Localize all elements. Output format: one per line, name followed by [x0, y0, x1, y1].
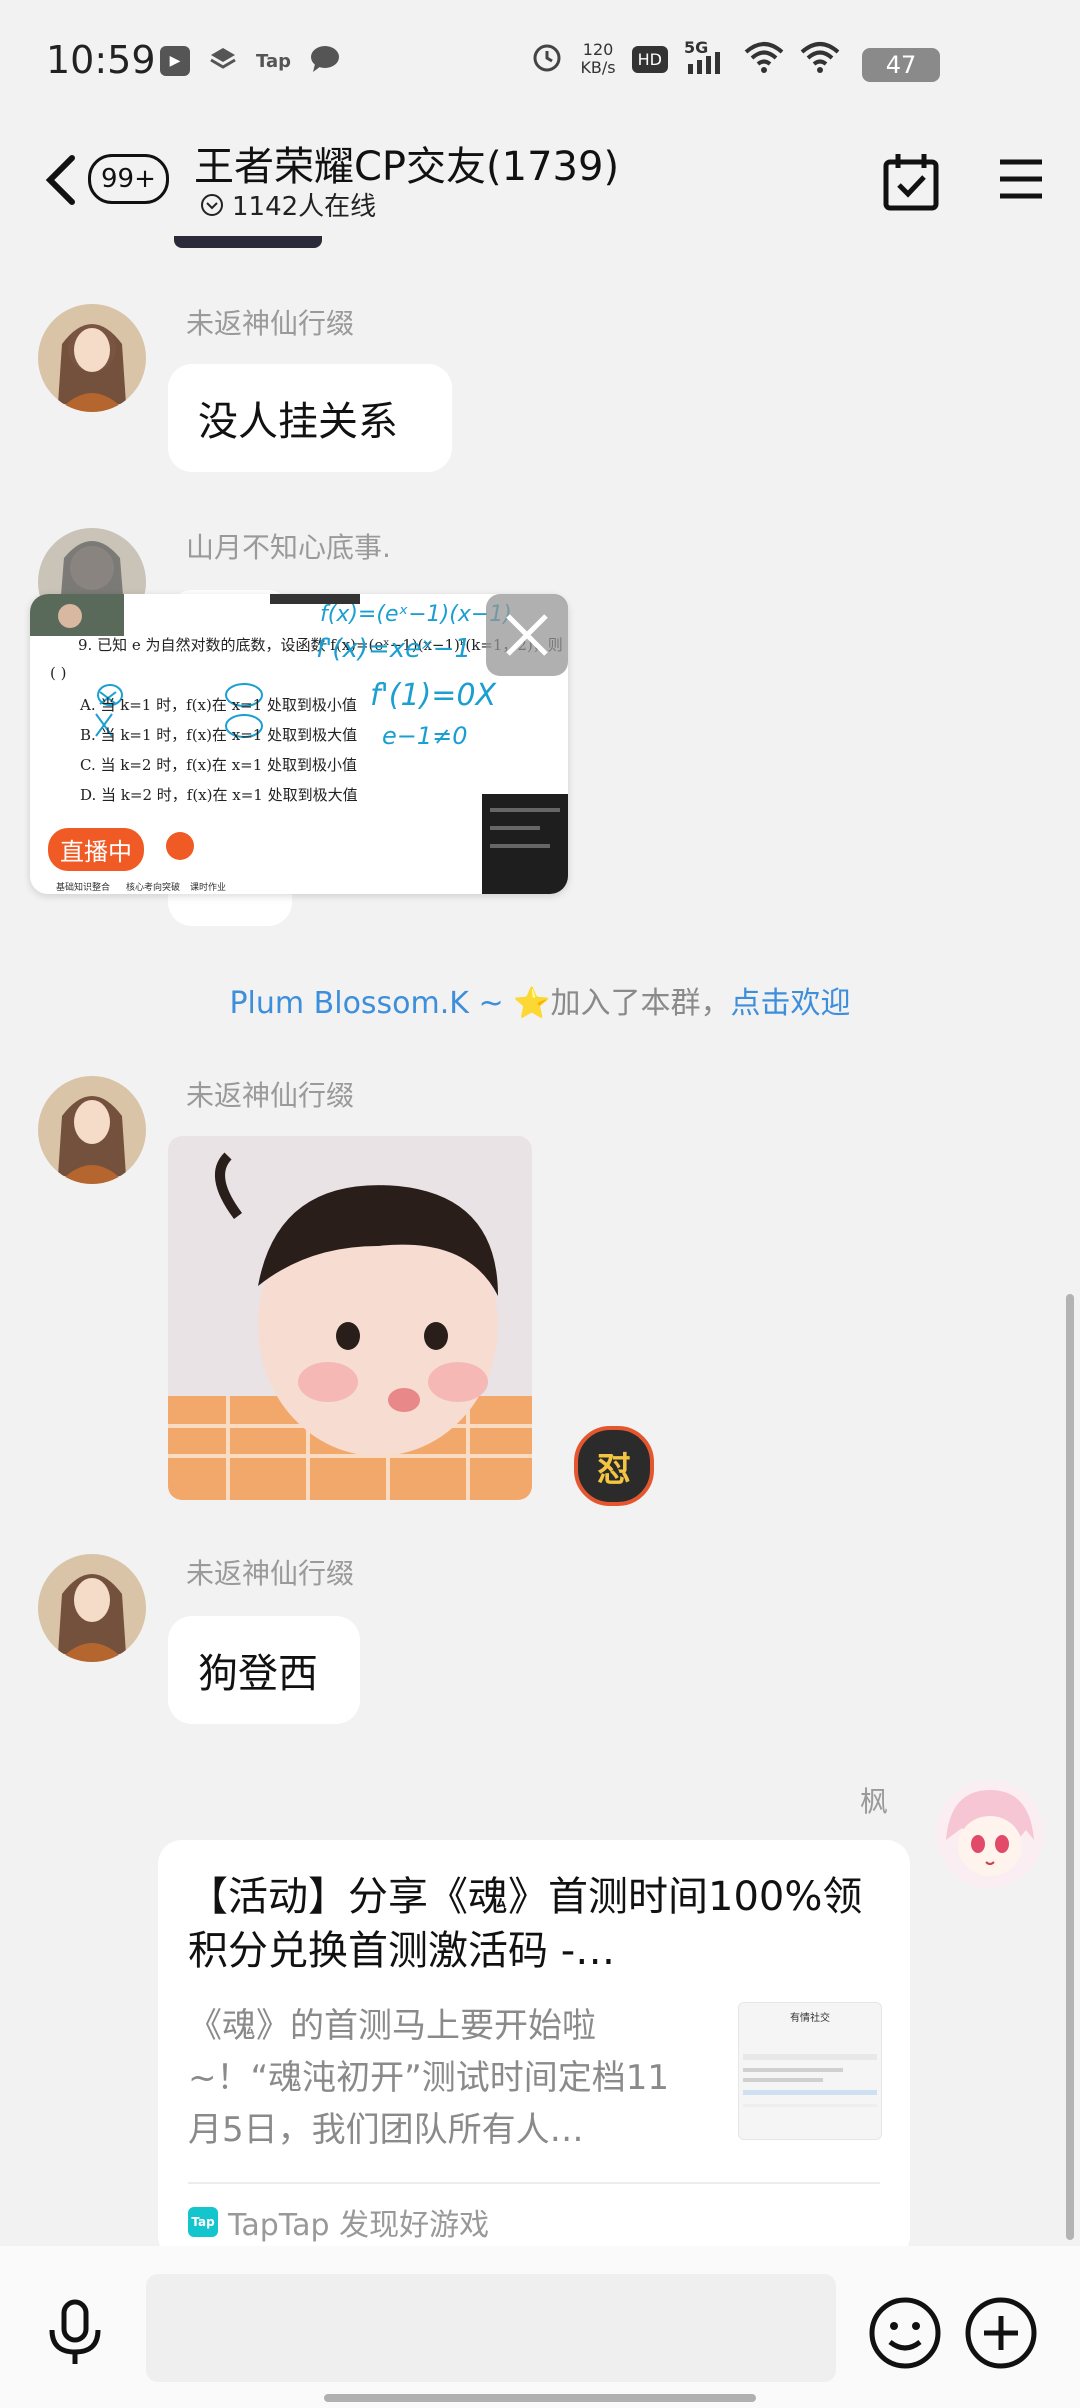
system-join-message: Plum Blossom.K ~ ⭐加入了本群，点击欢迎 [0, 978, 1080, 1022]
back-button[interactable] [40, 150, 84, 210]
message-input[interactable] [146, 2274, 836, 2382]
question-line: B. 当 k=1 时，f(x)在 x=1 处取到极大值 [80, 726, 358, 744]
live-badge: 直播中 [48, 828, 144, 871]
net-speed: 120 KB/s [580, 41, 615, 77]
divider [188, 2182, 880, 2184]
sender-name: 枫 [860, 1785, 889, 1818]
sender-name: 未返神仙行缀 [186, 307, 355, 340]
share-card[interactable]: 【活动】分享《魂》首测时间100%领积分兑换首测激活码 -… 《魂》的首测马上要… [158, 1840, 910, 2260]
handwriting: e−1≠0 [382, 722, 468, 750]
plus-circle-icon [965, 2297, 1037, 2369]
more-actions-button[interactable] [964, 2296, 1038, 2370]
sticker-reaction-badge[interactable]: 怼 [574, 1426, 654, 1506]
alarm-icon [530, 40, 564, 78]
net-speed-unit: KB/s [580, 58, 616, 77]
question-line: A. 当 k=1 时，f(x)在 x=1 处取到极小值 [80, 696, 357, 714]
battery-indicator: 47 [862, 48, 940, 82]
chat-scrollbar[interactable] [1066, 1294, 1074, 2240]
avatar[interactable] [38, 304, 146, 412]
wifi-icon [744, 40, 784, 78]
welcome-link[interactable]: 点击欢迎 [731, 986, 851, 1021]
sender-name: 未返神仙行缀 [186, 1079, 355, 1112]
share-description: 《魂》的首测马上要开始啦~！“魂沌初开”测试时间定档11月5日，我们团队所有人… [188, 2006, 669, 2150]
share-title: 【活动】分享《魂》首测时间100%领积分兑换首测激活码 -… [188, 1874, 863, 1974]
message-bubble[interactable]: 没人挂关系 [168, 364, 452, 472]
share-source: Tap TapTap 发现好游戏 [188, 2200, 489, 2244]
hamburger-menu-icon [1000, 159, 1042, 199]
emoji-button[interactable] [868, 2296, 942, 2370]
baby-photo [168, 1136, 532, 1500]
handwriting: f'(1)=0X [370, 678, 497, 713]
lesson-tab: 基础知识整合 [56, 883, 111, 893]
online-count: 1142人在线 [232, 192, 377, 222]
message-bubble[interactable]: 狗登西 [168, 1616, 360, 1724]
lesson-tab: 核心考向突破 [126, 883, 181, 893]
signal-label: 5G [684, 38, 709, 57]
previous-image-fragment [174, 236, 322, 248]
notification-icon: ▶ [160, 46, 190, 76]
thumbnail-content [743, 2054, 877, 2107]
chat-header: 99+ 王者荣耀CP交友(1739) 1142人在线 [0, 120, 1080, 260]
chevron-circle-icon [201, 193, 223, 216]
avatar[interactable] [936, 1780, 1044, 1888]
lesson-tab: 课时作业 [190, 883, 227, 893]
menu-button[interactable] [998, 156, 1044, 202]
share-thumbnail: 有情社交 [738, 2002, 882, 2140]
input-bar [0, 2246, 1080, 2408]
smiley-icon [869, 2297, 941, 2369]
layers-icon [208, 44, 238, 78]
online-status[interactable]: 1142人在线 [200, 186, 376, 223]
calendar-check-icon [883, 154, 939, 211]
close-live-button[interactable] [486, 594, 568, 676]
close-icon [506, 614, 548, 656]
question-line: D. 当 k=2 时，f(x)在 x=1 处取到极大值 [80, 786, 358, 804]
sender-name: 山月不知心底事. [186, 531, 391, 564]
chevron-left-icon [45, 155, 75, 205]
avatar[interactable] [38, 1554, 146, 1662]
status-bar: 10:59 ▶ Tap 120 KB/s HD 5G 47 [0, 0, 1080, 120]
question-line: ( ) [50, 664, 67, 682]
calendar-check-button[interactable] [882, 150, 940, 212]
taptap-logo-icon: Tap [188, 2207, 218, 2237]
wifi-icon-2 [800, 40, 840, 78]
voice-input-button[interactable] [40, 2298, 110, 2368]
net-speed-value: 120 [582, 40, 614, 59]
question-line: C. 当 k=2 时，f(x)在 x=1 处取到极小值 [80, 756, 358, 774]
hd-badge: HD [631, 45, 668, 73]
sender-name: 未返神仙行缀 [186, 1557, 355, 1590]
handwriting: f(x)=(eˣ−1)(x−1) [320, 602, 512, 627]
microphone-icon [49, 2299, 101, 2364]
share-source-label: TapTap 发现好游戏 [228, 2208, 490, 2243]
group-title[interactable]: 王者荣耀CP交友(1739) [194, 134, 619, 192]
thumb-heading: 有情社交 [790, 2013, 830, 2024]
chat-bubble-icon [309, 44, 341, 78]
live-record-dot [166, 832, 194, 860]
join-action-text: 加入了本群， [550, 986, 731, 1021]
status-time: 10:59 [46, 38, 156, 82]
image-message[interactable] [168, 1136, 532, 1500]
handwriting: f'(x)=xeˣ−1 [316, 634, 472, 664]
status-app-icons: ▶ Tap [160, 44, 341, 78]
tap-icon: Tap [256, 50, 291, 72]
home-indicator[interactable] [324, 2394, 756, 2402]
unread-count-badge[interactable]: 99+ [88, 154, 169, 204]
avatar[interactable] [38, 1076, 146, 1184]
signal-icon: 5G [684, 38, 728, 76]
joined-member-name[interactable]: Plum Blossom.K ~ ⭐ [229, 986, 550, 1021]
